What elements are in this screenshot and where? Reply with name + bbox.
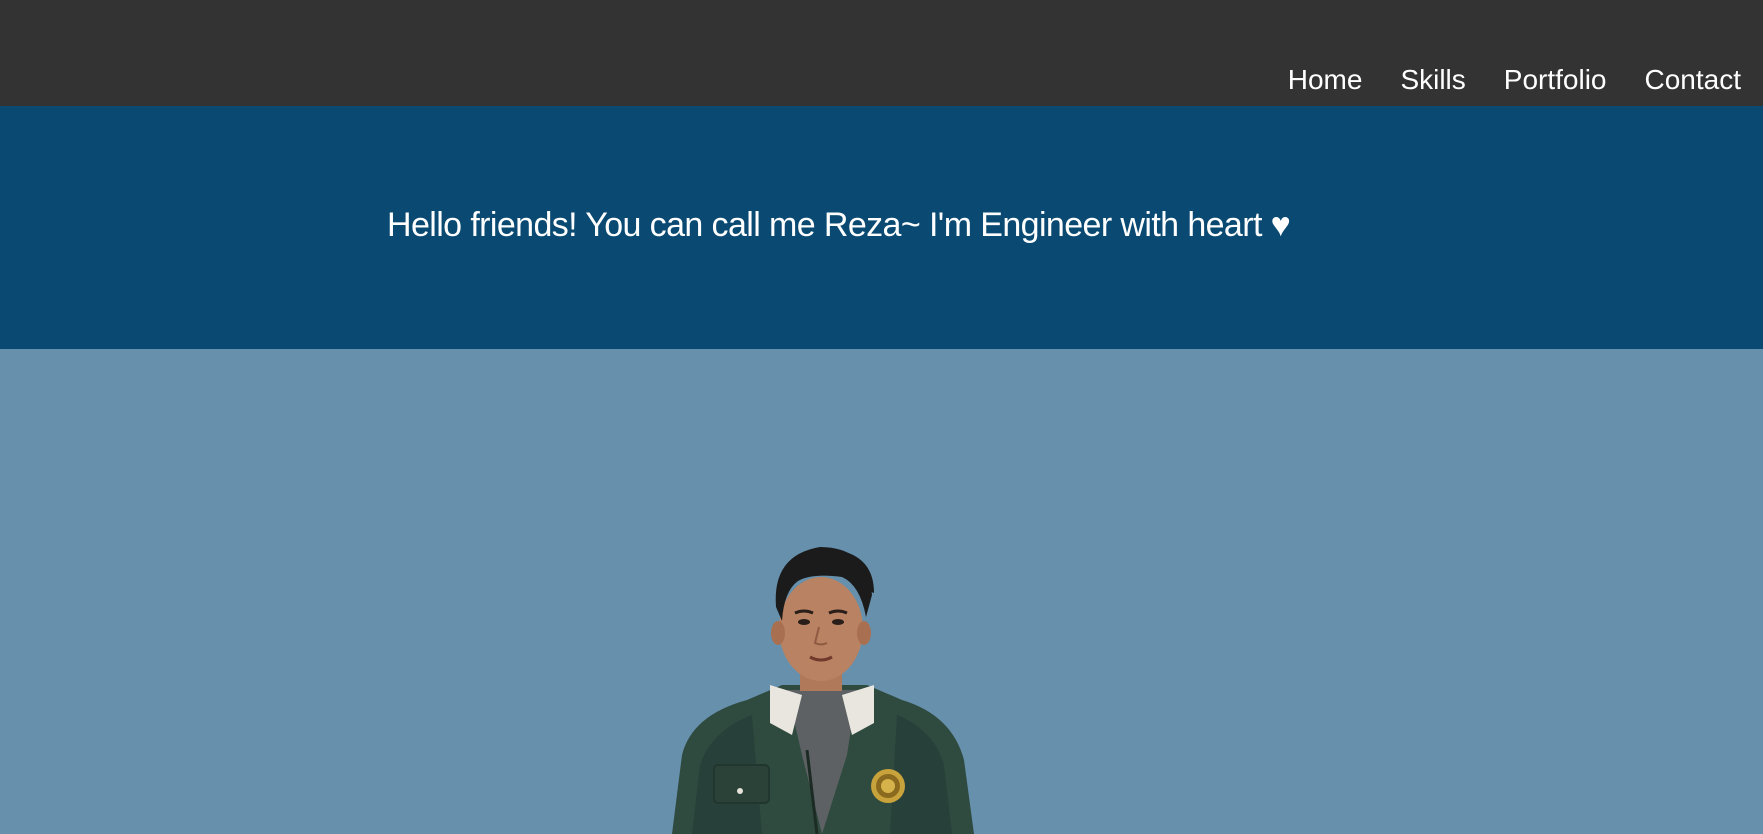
profile-photo xyxy=(672,547,974,834)
portrait-face xyxy=(779,577,863,681)
main-nav: Home Skills Portfolio Contact xyxy=(1250,64,1741,96)
nav-link-contact[interactable]: Contact xyxy=(1645,64,1742,96)
top-navbar: Home Skills Portfolio Contact xyxy=(0,0,1763,106)
nav-link-portfolio[interactable]: Portfolio xyxy=(1504,64,1607,96)
page: Home Skills Portfolio Contact Hello frie… xyxy=(0,0,1763,834)
nav-link-home[interactable]: Home xyxy=(1288,64,1363,96)
profile-photo-section xyxy=(0,349,1763,834)
hero-greeting: Hello friends! You can call me Reza~ I'm… xyxy=(387,206,1291,244)
nav-link-skills[interactable]: Skills xyxy=(1400,64,1465,96)
hero-banner: Hello friends! You can call me Reza~ I'm… xyxy=(0,106,1763,349)
